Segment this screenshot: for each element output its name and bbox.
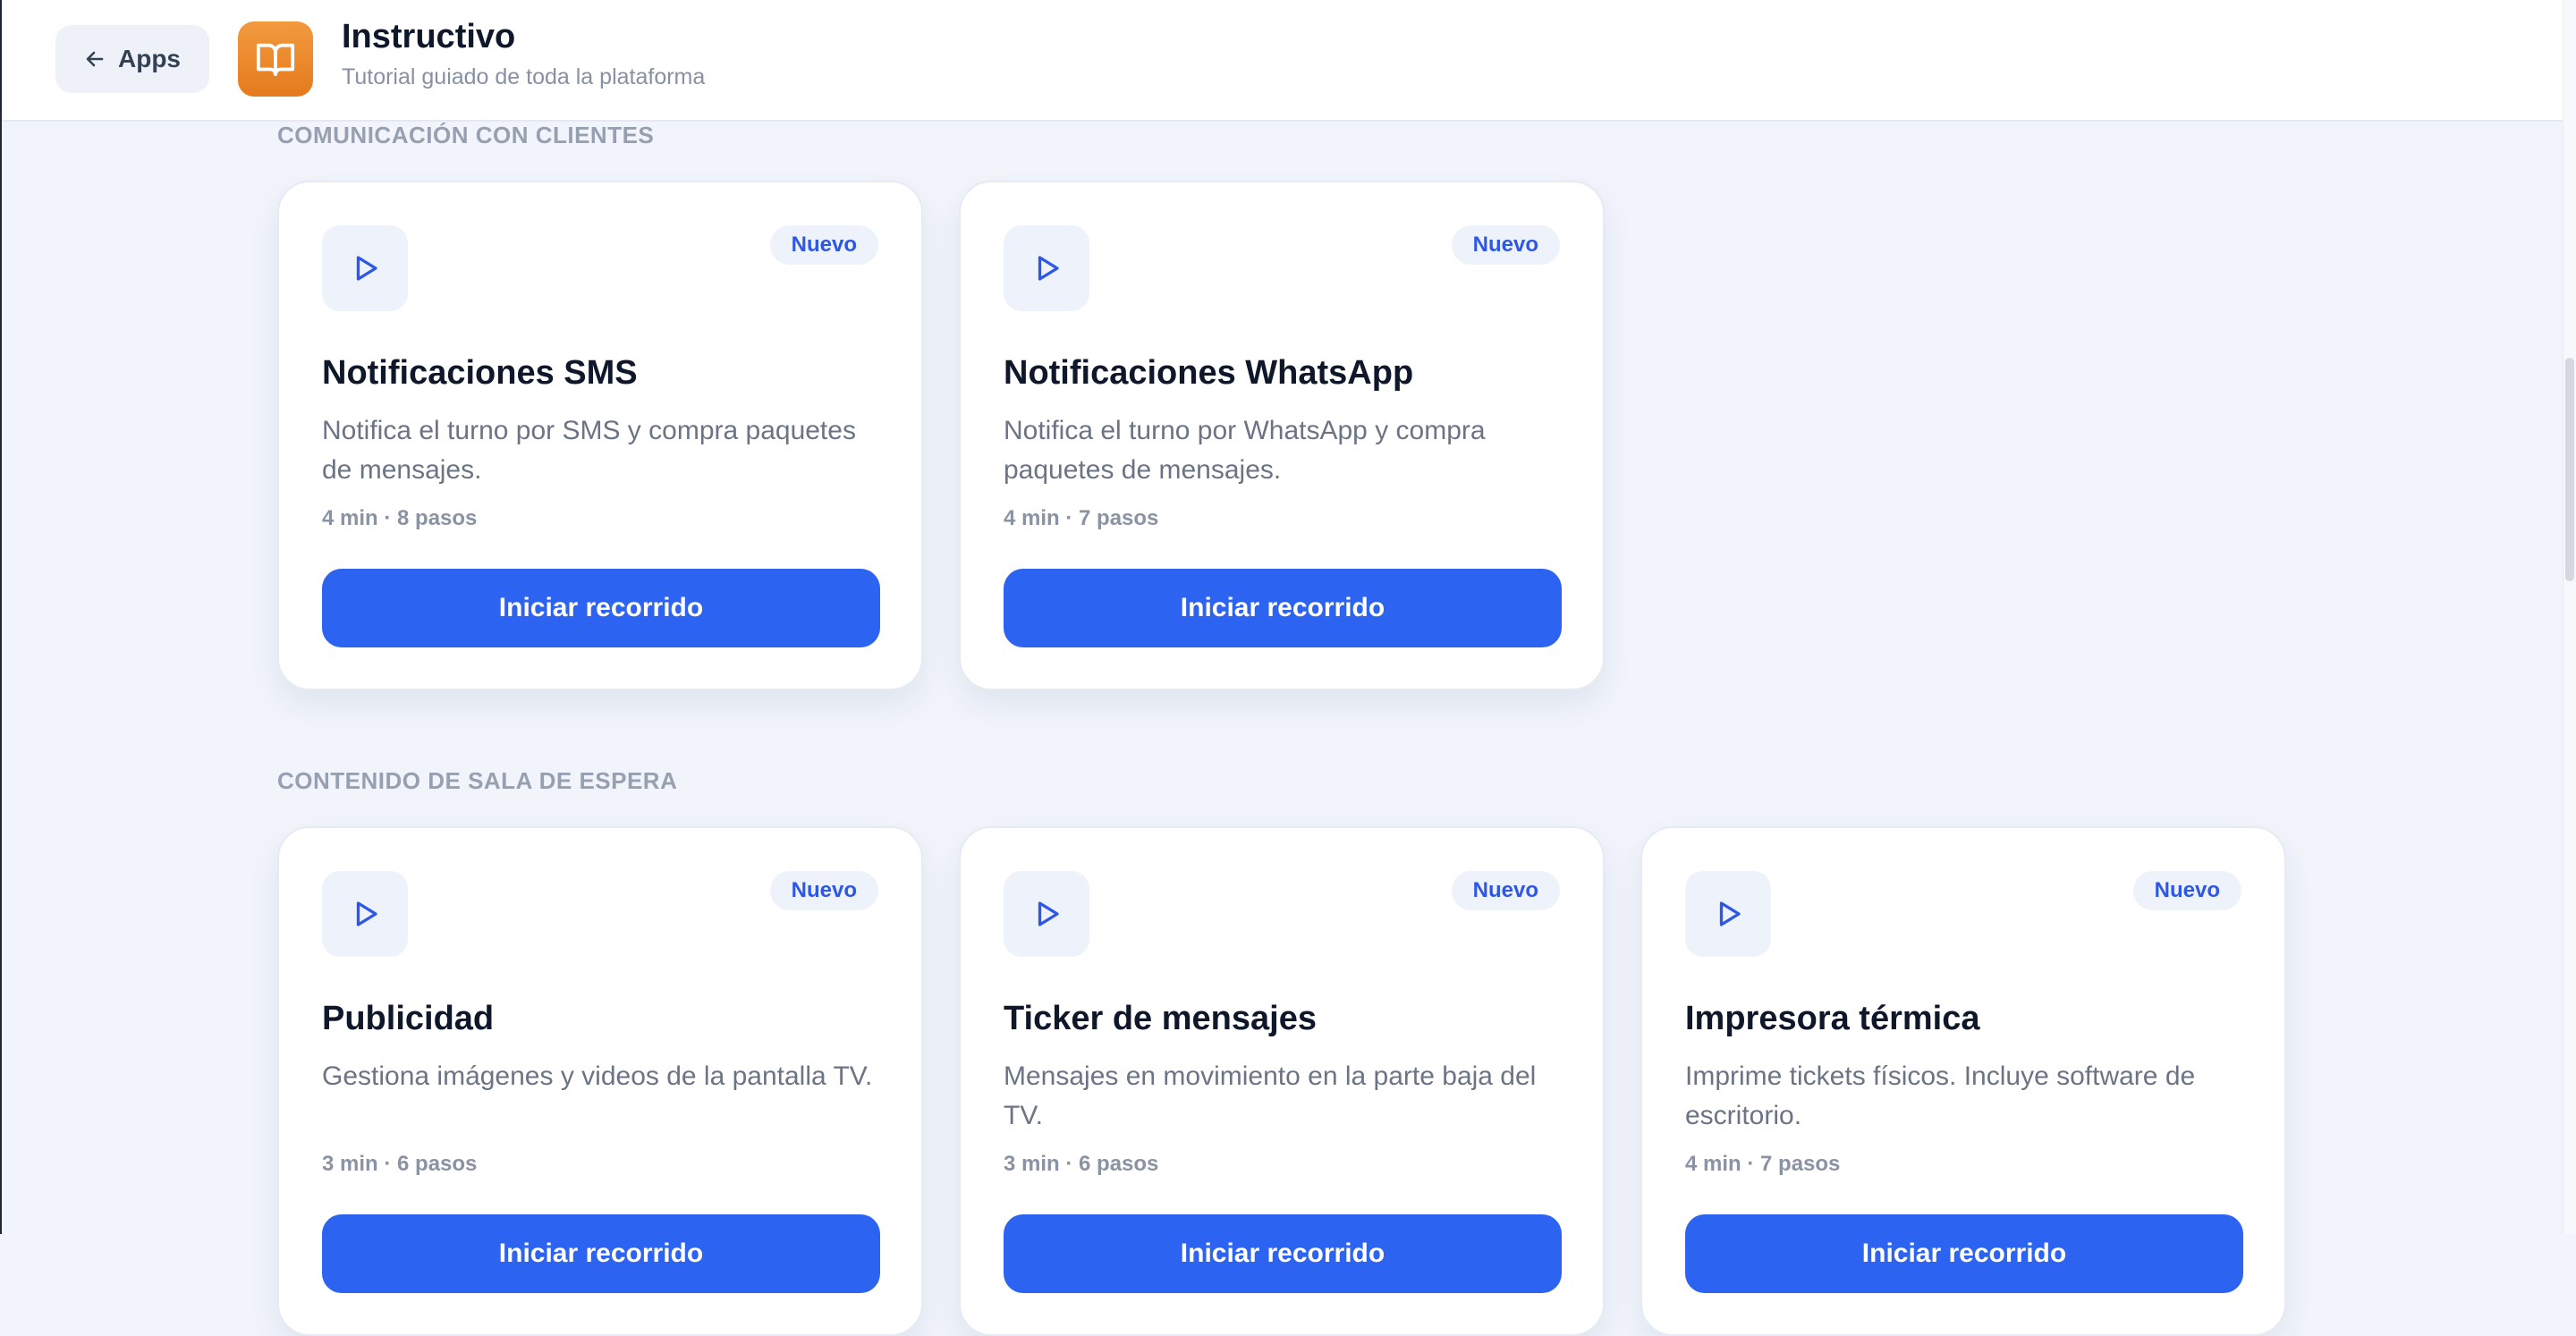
new-badge: Nuevo xyxy=(769,225,878,265)
section-title-comunicacion: COMUNICACIÓN CON CLIENTES xyxy=(277,122,655,148)
play-icon xyxy=(1719,901,1741,926)
start-tour-button[interactable]: Iniciar recorrido xyxy=(1685,1214,2243,1293)
card-duration-steps: 3 min · 6 pasos xyxy=(322,1152,478,1176)
tutorial-card-whatsapp: Nuevo Notificaciones WhatsApp Notifica e… xyxy=(959,181,1605,690)
play-icon-box xyxy=(1004,225,1089,311)
new-badge: Nuevo xyxy=(1451,225,1560,265)
card-description: Gestiona imágenes y videos de la pantall… xyxy=(322,1061,873,1091)
tutorial-card-publicidad: Nuevo Publicidad Gestiona imágenes y vid… xyxy=(277,826,923,1336)
card-duration-steps: 4 min · 7 pasos xyxy=(1004,506,1159,530)
play-icon-box xyxy=(322,225,408,311)
start-tour-button[interactable]: Iniciar recorrido xyxy=(1004,569,1562,647)
app-subtitle: Tutorial guiado de toda la plataforma xyxy=(342,64,706,89)
app-title: Instructivo xyxy=(342,18,516,55)
section-title-sala-espera: CONTENIDO DE SALA DE ESPERA xyxy=(277,767,678,794)
arrow-left-icon xyxy=(86,51,104,67)
card-description: Imprime tickets físicos. Incluye softwar… xyxy=(1685,1061,2196,1130)
card-title: Ticker de mensajes xyxy=(1004,1000,1317,1037)
card-duration-steps: 4 min · 7 pasos xyxy=(1685,1152,1841,1176)
play-icon xyxy=(1038,901,1059,926)
card-title: Notificaciones WhatsApp xyxy=(1004,354,1414,392)
card-title: Impresora térmica xyxy=(1685,1000,1980,1037)
play-icon xyxy=(1038,256,1059,281)
start-tour-button[interactable]: Iniciar recorrido xyxy=(1004,1214,1562,1293)
play-icon-box xyxy=(1004,871,1089,957)
play-icon xyxy=(356,901,377,926)
start-tour-button[interactable]: Iniciar recorrido xyxy=(322,1214,880,1293)
tutorial-card-impresora: Nuevo Impresora térmica Imprime tickets … xyxy=(1640,826,2286,1336)
back-button-label: Apps xyxy=(118,45,181,72)
tutorial-card-ticker: Nuevo Ticker de mensajes Mensajes en mov… xyxy=(959,826,1605,1336)
card-description: Notifica el turno por WhatsApp y compra … xyxy=(1004,416,1486,485)
app-header: Apps Instructivo Tutorial guiado de toda… xyxy=(2,0,2563,122)
back-to-apps-button[interactable]: Apps xyxy=(55,25,209,93)
tutorial-card-sms: Nuevo Notificaciones SMS Notifica el tur… xyxy=(277,181,923,690)
new-badge: Nuevo xyxy=(1451,871,1560,910)
scrollbar-thumb[interactable] xyxy=(2565,358,2574,581)
card-duration-steps: 3 min · 6 pasos xyxy=(1004,1152,1159,1176)
app-icon xyxy=(238,21,313,97)
play-icon-box xyxy=(322,871,408,957)
play-icon xyxy=(356,256,377,281)
new-badge: Nuevo xyxy=(2132,871,2241,910)
card-duration-steps: 4 min · 8 pasos xyxy=(322,506,478,530)
card-description: Notifica el turno por SMS y compra paque… xyxy=(322,416,856,485)
card-description: Mensajes en movimiento en la parte baja … xyxy=(1004,1061,1537,1130)
scrollbar[interactable] xyxy=(2563,0,2576,1234)
start-tour-button[interactable]: Iniciar recorrido xyxy=(322,569,880,647)
window-edge xyxy=(0,0,2,1234)
open-book-icon xyxy=(256,43,295,77)
play-icon-box xyxy=(1685,871,1771,957)
card-title: Notificaciones SMS xyxy=(322,354,638,392)
card-title: Publicidad xyxy=(322,1000,495,1037)
new-badge: Nuevo xyxy=(769,871,878,910)
